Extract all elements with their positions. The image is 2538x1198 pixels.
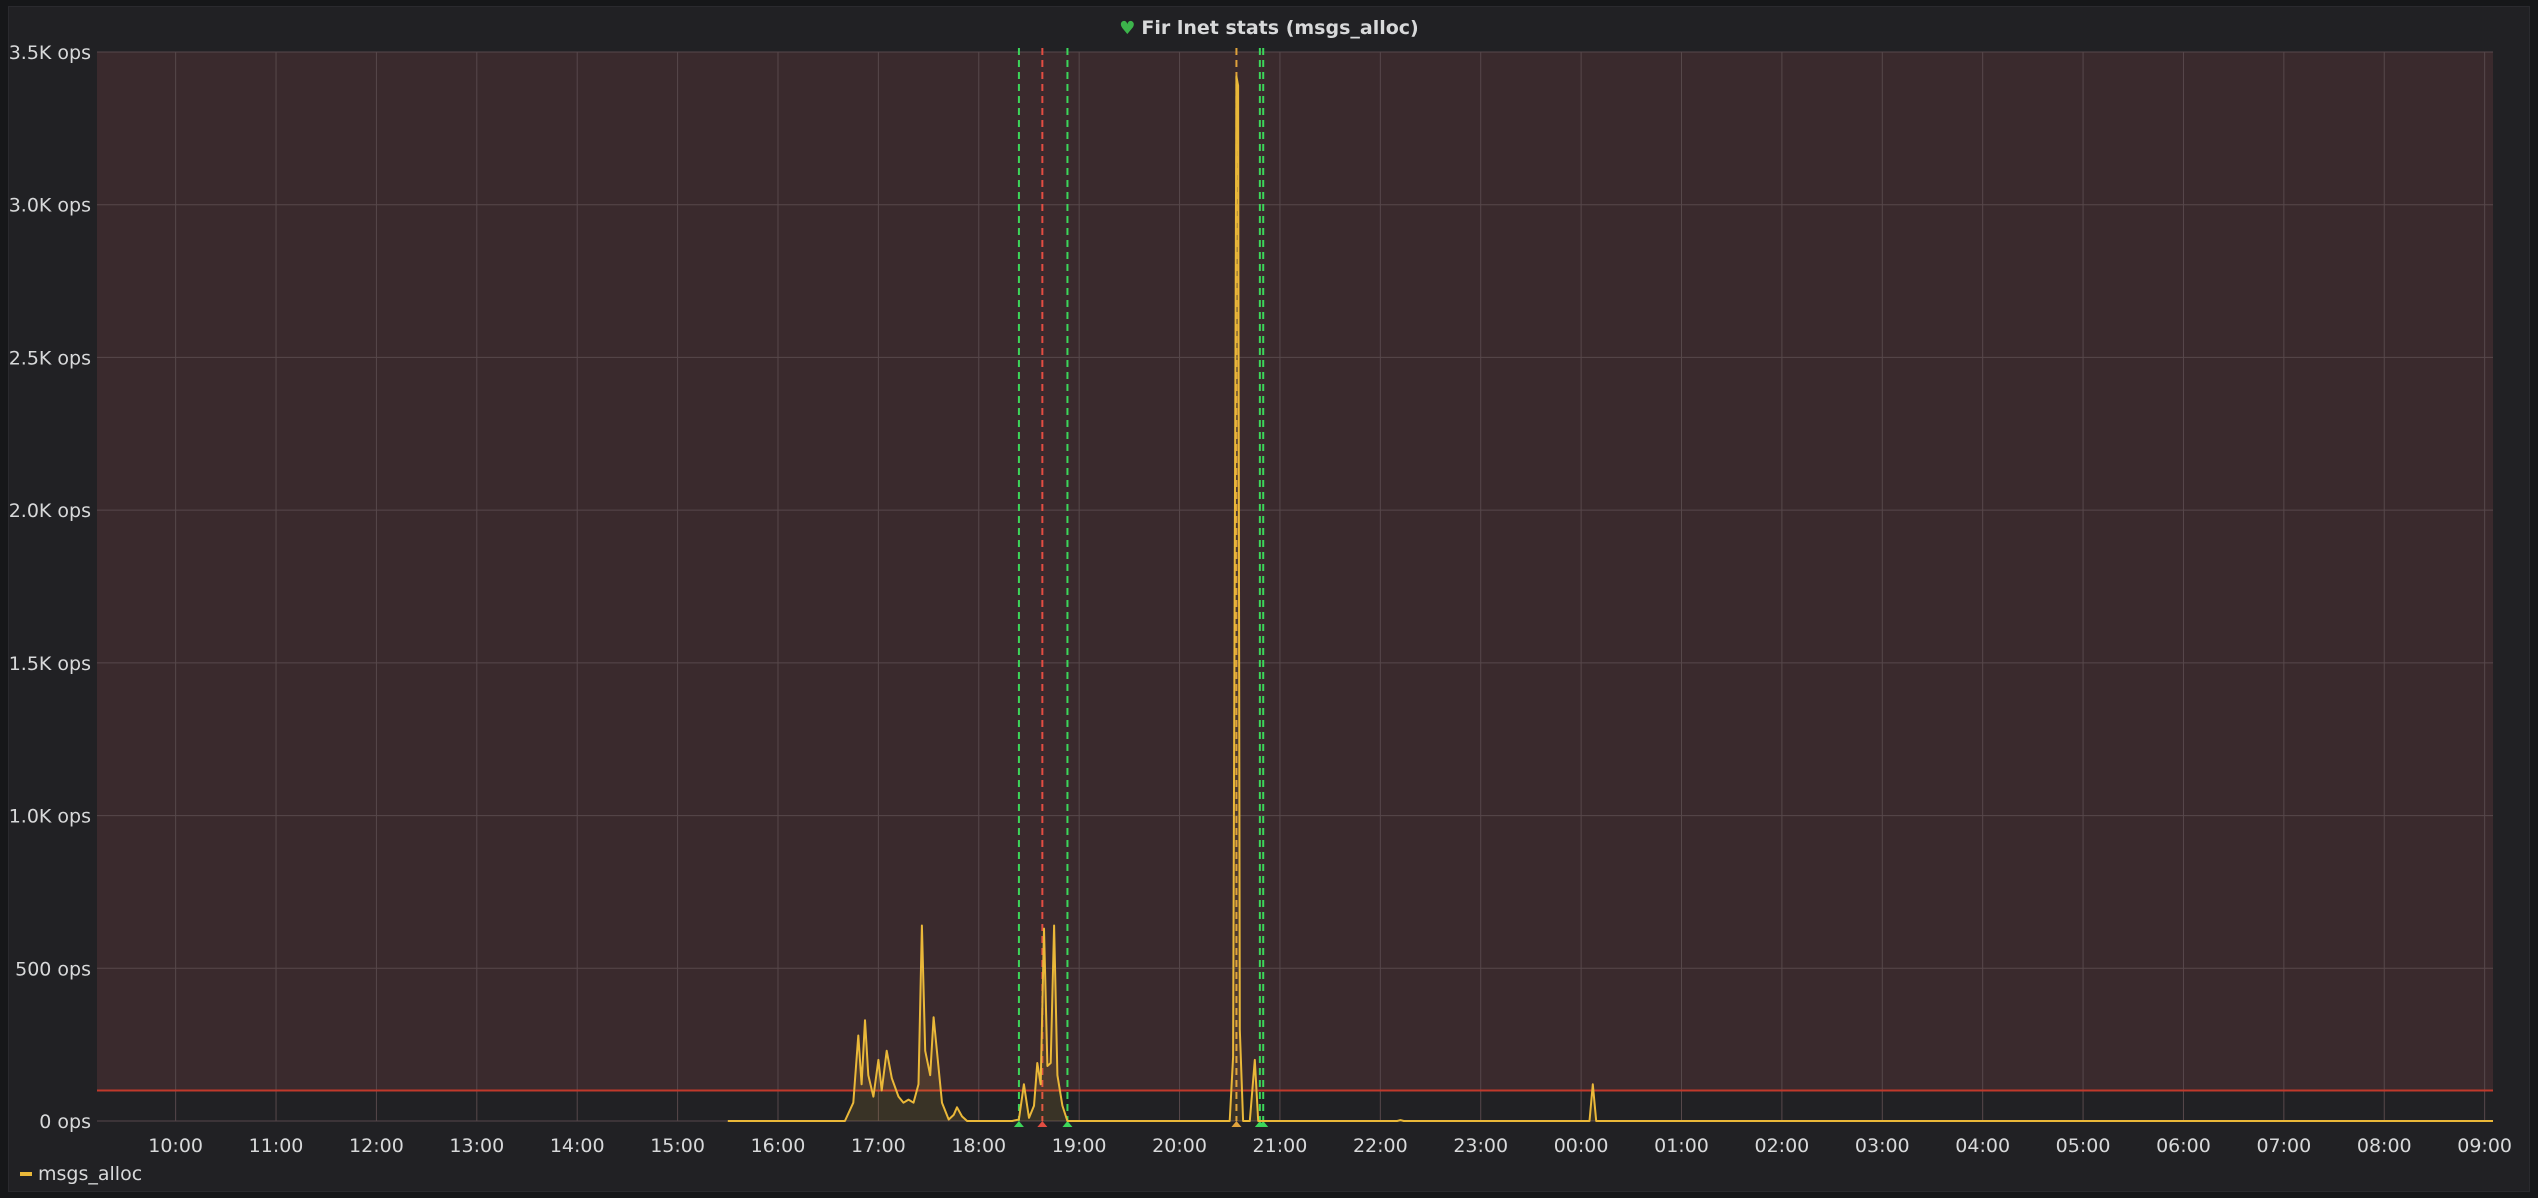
y-tick-label: 3.0K ops [9,195,91,217]
annotation-marker [1231,1121,1242,1127]
x-tick-label: 14:00 [550,1135,605,1157]
x-tick-label: 21:00 [1253,1135,1308,1157]
x-tick-label: 10:00 [148,1135,203,1157]
x-tick-label: 01:00 [1654,1135,1709,1157]
x-tick-label: 05:00 [2056,1135,2111,1157]
x-tick-label: 09:00 [2457,1135,2512,1157]
y-tick-label: 3.5K ops [9,42,91,64]
chart-canvas[interactable]: 0 ops 500 ops 1.0K ops 1.5K ops 2.0K ops 2.5K… [0,0,2538,1198]
y-tick-label: 500 ops [15,958,91,980]
x-tick-label: 22:00 [1353,1135,1408,1157]
x-tick-label: 15:00 [650,1135,705,1157]
y-tick-label: 2.5K ops [9,347,91,369]
threshold-region [97,52,2493,1091]
legend: msgs_alloc [20,1163,142,1185]
y-tick-label: 1.5K ops [9,653,91,675]
annotation-marker [1037,1121,1048,1127]
x-tick-label: 17:00 [851,1135,906,1157]
x-tick-label: 20:00 [1152,1135,1207,1157]
x-tick-label: 07:00 [2256,1135,2311,1157]
x-tick-label: 11:00 [249,1135,304,1157]
legend-item-msgs-alloc[interactable]: msgs_alloc [38,1163,142,1185]
annotation-marker [1013,1121,1024,1127]
y-tick-label: 0 ops [39,1111,91,1133]
x-tick-label: 02:00 [1755,1135,1810,1157]
x-tick-label: 12:00 [349,1135,404,1157]
x-tick-label: 13:00 [449,1135,504,1157]
x-tick-label: 19:00 [1052,1135,1107,1157]
x-tick-label: 23:00 [1453,1135,1508,1157]
x-tick-label: 16:00 [751,1135,806,1157]
x-tick-label: 06:00 [2156,1135,2211,1157]
y-tick-label: 2.0K ops [9,500,91,522]
y-tick-label: 1.0K ops [9,806,91,828]
legend-swatch [20,1172,32,1176]
x-tick-label: 04:00 [1955,1135,2010,1157]
x-tick-label: 18:00 [951,1135,1006,1157]
x-tick-label: 08:00 [2357,1135,2412,1157]
x-tick-label: 00:00 [1554,1135,1609,1157]
x-tick-label: 03:00 [1855,1135,1910,1157]
